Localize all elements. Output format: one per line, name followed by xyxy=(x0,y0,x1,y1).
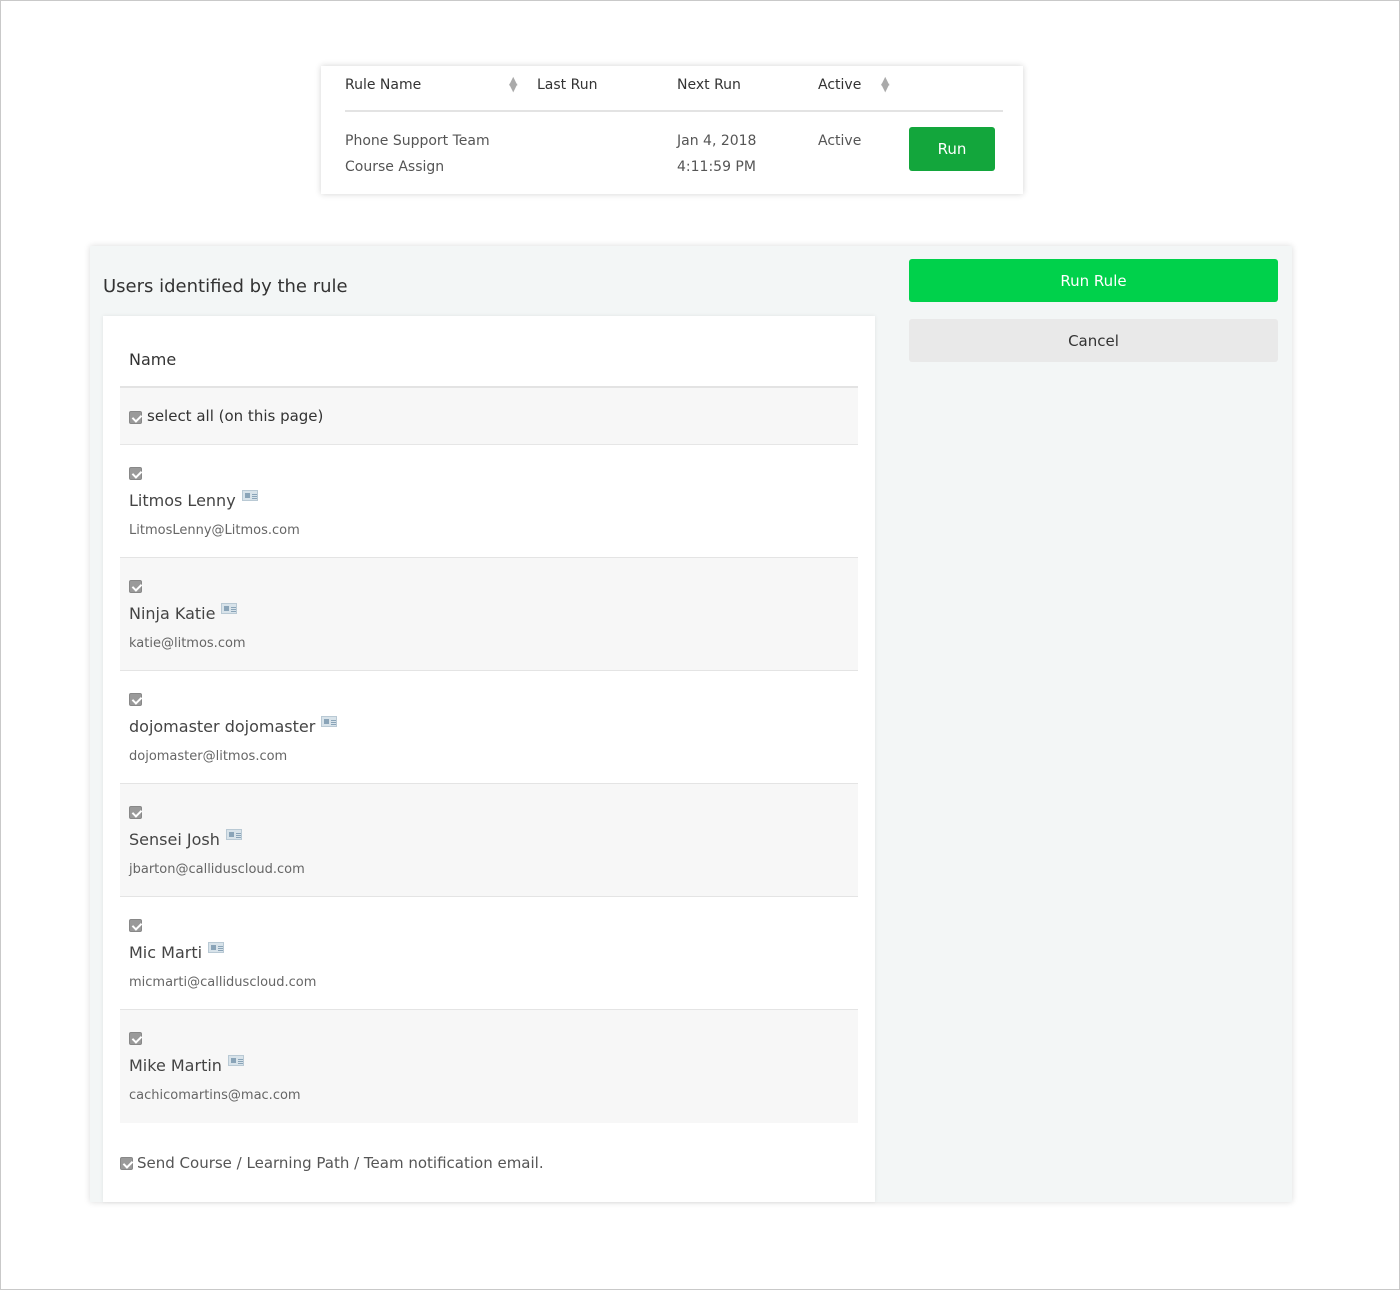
user-email: cachicomartins@mac.com xyxy=(129,1088,301,1103)
list-item: Sensei Josh jbarton@calliduscloud.com xyxy=(120,784,858,897)
next-run-date: Jan 4, 2018 xyxy=(677,133,757,149)
contact-card-icon[interactable] xyxy=(321,716,338,727)
user-name-line: Sensei Josh xyxy=(129,829,242,849)
contact-card-icon[interactable] xyxy=(225,829,242,840)
header-rule-name[interactable]: Rule Name xyxy=(345,77,421,93)
name-column-header: Name xyxy=(120,316,858,388)
contact-card-icon[interactable] xyxy=(208,942,225,953)
name-header-label: Name xyxy=(129,350,177,369)
user-list: Name select all (on this page) Litmos Le… xyxy=(120,316,858,1123)
rule-table: Rule Name ▲ ▼ Last Run Next Run Active ▲ ▼… xyxy=(345,66,1003,192)
rule-table-card: Rule Name ▲ ▼ Last Run Next Run Active ▲ ▼… xyxy=(321,66,1023,194)
user-name-line: Litmos Lenny xyxy=(129,490,258,510)
user-name-line: Mike Martin xyxy=(129,1055,244,1075)
next-run-time: 4:11:59 PM xyxy=(677,159,756,175)
user-checkbox[interactable] xyxy=(129,580,142,593)
users-panel: Users identified by the rule Name select… xyxy=(90,246,1292,1202)
user-email: jbarton@calliduscloud.com xyxy=(129,862,305,877)
user-name[interactable]: Mic Marti xyxy=(129,943,202,962)
user-email: LitmosLenny@Litmos.com xyxy=(129,523,300,538)
notification-option[interactable]: Send Course / Learning Path / Team notif… xyxy=(120,1154,544,1172)
active-cell: Active xyxy=(818,133,862,149)
select-all-checkbox[interactable] xyxy=(129,411,142,424)
header-active[interactable]: Active xyxy=(818,77,861,93)
user-name[interactable]: Litmos Lenny xyxy=(129,491,236,510)
run-rule-button[interactable]: Run Rule xyxy=(909,259,1278,302)
header-last-run: Last Run xyxy=(537,77,598,93)
rule-name-line: Phone Support Team xyxy=(345,133,490,149)
user-name[interactable]: dojomaster dojomaster xyxy=(129,717,315,736)
cancel-button[interactable]: Cancel xyxy=(909,319,1278,362)
user-checkbox[interactable] xyxy=(129,919,142,932)
user-name-line: Mic Marti xyxy=(129,942,225,962)
sort-icon[interactable]: ▲ ▼ xyxy=(881,75,889,93)
user-name[interactable]: Sensei Josh xyxy=(129,830,220,849)
run-button[interactable]: Run xyxy=(909,127,995,171)
user-name-line: dojomaster dojomaster xyxy=(129,716,338,736)
list-item: Ninja Katie katie@litmos.com xyxy=(120,558,858,671)
table-row: Phone Support Team Course Assign Jan 4, … xyxy=(345,112,1003,192)
list-item: dojomaster dojomaster dojomaster@litmos.… xyxy=(120,671,858,784)
user-email: dojomaster@litmos.com xyxy=(129,749,288,764)
panel-title: Users identified by the rule xyxy=(103,276,348,297)
user-checkbox[interactable] xyxy=(129,693,142,706)
user-name-line: Ninja Katie xyxy=(129,603,238,623)
user-checkbox[interactable] xyxy=(129,806,142,819)
user-name[interactable]: Mike Martin xyxy=(129,1056,222,1075)
notification-checkbox[interactable] xyxy=(120,1157,133,1170)
contact-card-icon[interactable] xyxy=(221,603,238,614)
user-name[interactable]: Ninja Katie xyxy=(129,604,215,623)
notification-label[interactable]: Send Course / Learning Path / Team notif… xyxy=(137,1154,544,1172)
rule-table-header: Rule Name ▲ ▼ Last Run Next Run Active ▲ ▼ xyxy=(345,66,1003,112)
header-next-run: Next Run xyxy=(677,77,741,93)
list-item: Litmos Lenny LitmosLenny@Litmos.com xyxy=(120,445,858,558)
user-email: katie@litmos.com xyxy=(129,636,246,651)
select-all-row[interactable]: select all (on this page) xyxy=(120,388,858,445)
rule-name-cell: Phone Support Team Course Assign xyxy=(345,128,490,180)
next-run-cell: Jan 4, 2018 4:11:59 PM xyxy=(677,128,756,180)
user-checkbox[interactable] xyxy=(129,1032,142,1045)
select-all-label[interactable]: select all (on this page) xyxy=(147,407,323,425)
list-item: Mike Martin cachicomartins@mac.com xyxy=(120,1010,858,1123)
rule-name-line: Course Assign xyxy=(345,159,445,175)
user-list-card: Name select all (on this page) Litmos Le… xyxy=(103,316,875,1202)
user-email: micmarti@calliduscloud.com xyxy=(129,975,317,990)
sort-icon[interactable]: ▲ ▼ xyxy=(509,75,517,93)
user-checkbox[interactable] xyxy=(129,467,142,480)
list-item: Mic Marti micmarti@calliduscloud.com xyxy=(120,897,858,1010)
contact-card-icon[interactable] xyxy=(241,490,258,501)
contact-card-icon[interactable] xyxy=(227,1055,244,1066)
